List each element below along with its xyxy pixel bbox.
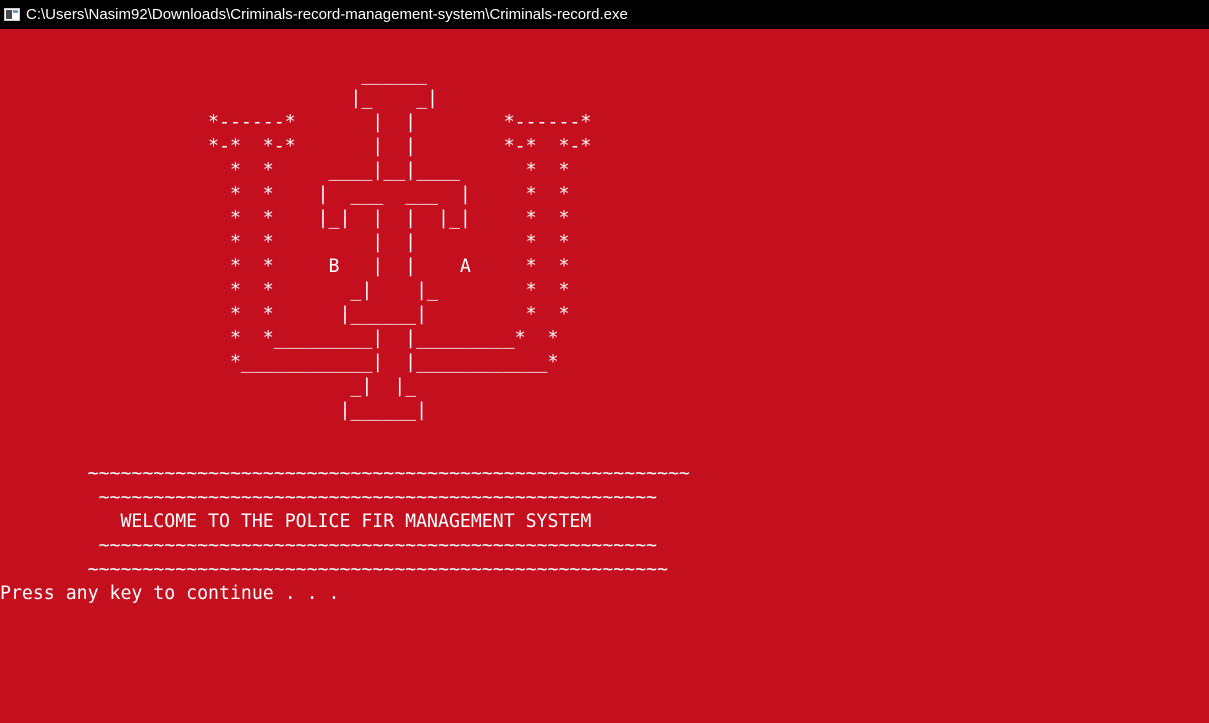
console-window[interactable]: C:\Users\Nasim92\Downloads\Criminals-rec…	[0, 0, 1209, 723]
tilde-border-line: ~~~~~~~~~~~~~~~~~~~~~~~~~~~~~~~~~~~~~~~~…	[0, 559, 668, 580]
title-bar[interactable]: C:\Users\Nasim92\Downloads\Criminals-rec…	[0, 0, 1209, 29]
press-any-key-prompt: Press any key to continue . . .	[0, 583, 340, 604]
police-emblem-ascii-art: ______ |_ _| *------* | | *------* *-* *…	[208, 64, 592, 421]
console-output-area[interactable]: ______ |_ _| *------* | | *------* *-* *…	[0, 29, 1209, 723]
tilde-border-line: ~~~~~~~~~~~~~~~~~~~~~~~~~~~~~~~~~~~~~~~~…	[0, 463, 690, 484]
welcome-message: WELCOME TO THE POLICE FIR MANAGEMENT SYS…	[0, 511, 592, 532]
tilde-border-line: ~~~~~~~~~~~~~~~~~~~~~~~~~~~~~~~~~~~~~~~~…	[0, 487, 657, 508]
tilde-border-line: ~~~~~~~~~~~~~~~~~~~~~~~~~~~~~~~~~~~~~~~~…	[0, 535, 657, 556]
console-app-icon[interactable]	[4, 8, 20, 21]
window-title: C:\Users\Nasim92\Downloads\Criminals-rec…	[26, 6, 628, 23]
